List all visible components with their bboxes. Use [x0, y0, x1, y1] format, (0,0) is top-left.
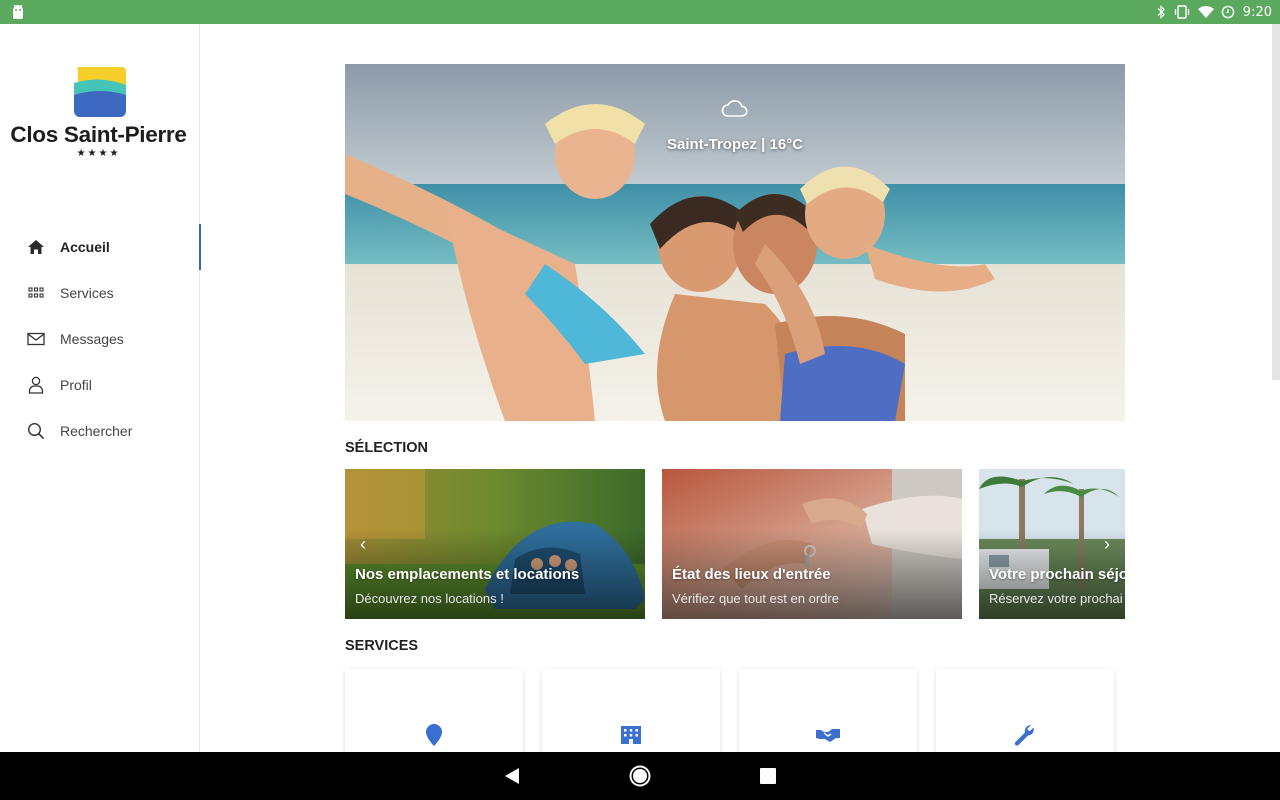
selection-card[interactable]: Nos emplacements et locations Découvrez …	[345, 469, 645, 619]
grid-icon	[26, 283, 46, 303]
clock: 9:20	[1242, 4, 1272, 20]
android-notification-icon	[13, 4, 23, 19]
carousel-next-chevron-icon[interactable]: ›	[1099, 534, 1115, 554]
sidebar: Clos Saint-Pierre ★★★★ Accueil Services	[0, 24, 201, 752]
logo-mark-icon	[74, 67, 126, 117]
card-title: État des lieux d'entrée	[672, 566, 831, 583]
service-card-partners[interactable]	[739, 669, 917, 759]
system-navigation-bar	[0, 752, 1280, 800]
recents-icon[interactable]	[756, 764, 780, 788]
sidebar-item-rechercher[interactable]: Rechercher	[0, 408, 200, 454]
home-button-icon[interactable]	[628, 764, 652, 788]
bluetooth-icon	[1157, 5, 1165, 19]
card-subtitle: Réservez votre prochai	[989, 591, 1123, 606]
search-icon	[26, 421, 46, 441]
vibrate-icon	[1174, 5, 1189, 19]
sidebar-item-label: Profil	[60, 377, 92, 393]
sidebar-nav: Accueil Services Messages Profil Recherc…	[0, 224, 201, 454]
cloud-icon	[721, 100, 748, 117]
selection-section-title: SÉLECTION	[345, 440, 428, 456]
service-card-maintenance[interactable]	[936, 669, 1114, 759]
brand-stars: ★★★★	[76, 148, 121, 159]
wrench-icon	[1013, 723, 1037, 747]
sidebar-item-services[interactable]: Services	[0, 270, 200, 316]
handshake-icon	[816, 723, 840, 747]
selection-carousel[interactable]: Nos emplacements et locations Découvrez …	[345, 469, 1125, 619]
service-card-location[interactable]	[345, 669, 523, 759]
map-pin-icon	[422, 723, 446, 747]
person-icon	[26, 375, 46, 395]
card-subtitle: Découvrez nos locations !	[355, 591, 504, 606]
scrollbar-thumb[interactable]	[1272, 24, 1280, 380]
building-icon	[619, 723, 643, 747]
sidebar-item-label: Rechercher	[60, 423, 133, 439]
sidebar-item-profil[interactable]: Profil	[0, 362, 200, 408]
home-icon	[26, 237, 46, 257]
sidebar-item-messages[interactable]: Messages	[0, 316, 200, 362]
brand-name: Clos Saint-Pierre	[10, 122, 187, 147]
battery-saver-icon	[1221, 5, 1235, 19]
back-icon[interactable]	[500, 764, 524, 788]
card-subtitle: Vérifiez que tout est en ordre	[672, 591, 839, 606]
hero-banner: Saint-Tropez | 16°C	[345, 64, 1125, 421]
service-card-reception[interactable]	[542, 669, 720, 759]
status-bar: 9:20	[0, 0, 1280, 24]
weather-location-temperature: Saint-Tropez | 16°C	[666, 136, 804, 153]
sidebar-item-label: Services	[60, 285, 114, 301]
selection-card[interactable]: État des lieux d'entrée Vérifiez que tou…	[662, 469, 962, 619]
sidebar-item-label: Accueil	[60, 239, 110, 255]
sidebar-item-label: Messages	[60, 331, 124, 347]
scrollbar[interactable]	[1272, 24, 1280, 380]
sidebar-item-accueil[interactable]: Accueil	[0, 224, 201, 270]
envelope-icon	[26, 329, 46, 349]
card-title: Votre prochain séjo	[989, 566, 1125, 583]
wifi-icon	[1197, 6, 1214, 18]
services-section-title: SERVICES	[345, 638, 419, 654]
card-title: Nos emplacements et locations	[355, 566, 580, 583]
carousel-prev-chevron-icon[interactable]: ‹	[355, 534, 371, 554]
